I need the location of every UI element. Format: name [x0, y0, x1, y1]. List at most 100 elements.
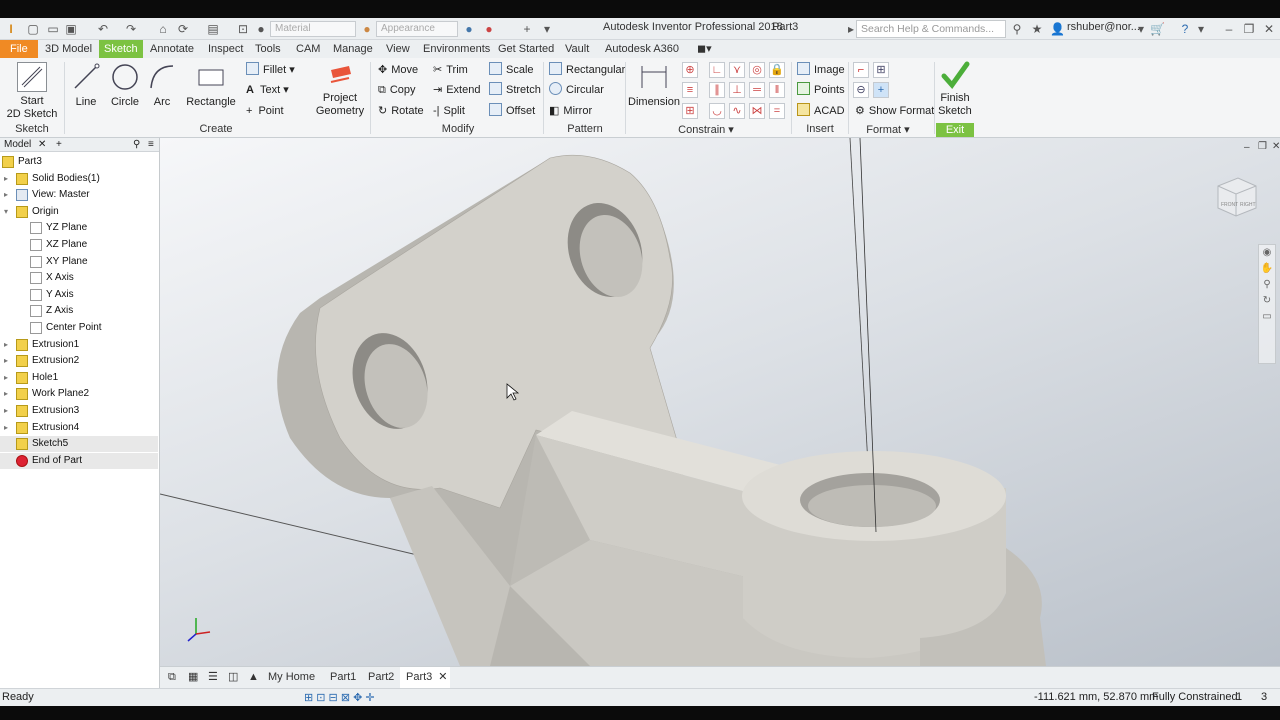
favorites-star-icon[interactable]: ★ — [1030, 22, 1044, 36]
insert-points-button[interactable]: Points — [797, 82, 845, 98]
zoom-icon[interactable]: ⚲ — [1259, 277, 1275, 293]
move-button[interactable]: ✥ Move — [378, 62, 418, 78]
close-icon[interactable]: ✕ — [1262, 22, 1276, 36]
vertical-constraint-icon[interactable]: ‖ — [769, 82, 785, 98]
qat-dropdown-icon[interactable]: ▾ — [540, 22, 554, 36]
inventor-logo-icon[interactable]: I — [4, 22, 18, 36]
restore-icon[interactable]: ❐ — [1242, 22, 1256, 36]
minimize-icon[interactable]: – — [1222, 22, 1236, 36]
add-browser-tab-icon[interactable]: + — [56, 138, 62, 152]
insert-image-button[interactable]: Image — [797, 62, 845, 78]
coincident-constraint-icon[interactable]: ∟ — [709, 62, 725, 78]
tile-rows-icon[interactable]: ☰ — [202, 667, 224, 688]
undo-icon[interactable]: ↶ — [96, 22, 110, 36]
tile-horizontal-icon[interactable]: ⧉ — [162, 667, 182, 688]
tree-item[interactable]: ▸ View: Master — [0, 187, 158, 203]
tree-item[interactable]: ▾ Origin — [0, 204, 158, 220]
open-icon[interactable]: ▭ — [46, 22, 60, 36]
doctab-my-home[interactable]: My Home — [262, 667, 321, 688]
collapse-icon[interactable]: ▾ — [4, 204, 8, 220]
tree-item[interactable]: XZ Plane — [0, 237, 158, 253]
tab-file[interactable]: File — [0, 40, 38, 58]
status-tools-icon[interactable]: ⊞ ⊡ ⊟ ⊠ ✥ ✛ — [304, 691, 375, 704]
tree-item[interactable]: ▸ Hole1 — [0, 370, 158, 386]
centerline-icon[interactable]: ⊞ — [873, 62, 889, 78]
rectangle-button[interactable]: Rectangle — [186, 62, 236, 109]
expand-icon[interactable]: ▸ — [4, 403, 8, 419]
tree-item[interactable]: XY Plane — [0, 254, 158, 270]
copy-button[interactable]: ⧉ Copy — [378, 82, 416, 98]
driven-dimension-icon[interactable]: + — [873, 82, 889, 98]
close-browser-icon[interactable]: ✕ — [38, 138, 46, 152]
tree-item[interactable]: ▸ Extrusion4 — [0, 420, 158, 436]
user-account[interactable]: rshuber@nor... — [1067, 21, 1140, 33]
tab-view[interactable]: View — [381, 40, 415, 58]
circle-button[interactable]: Circle — [108, 62, 142, 109]
parallel-constraint-icon[interactable]: ∥ — [709, 82, 725, 98]
tree-item[interactable]: ▸ Extrusion1 — [0, 337, 158, 353]
circular-pattern-button[interactable]: Circular — [549, 82, 604, 98]
expand-icon[interactable]: ▸ — [4, 420, 8, 436]
tree-item[interactable]: Sketch5 — [0, 436, 158, 453]
line-button[interactable]: Line — [70, 62, 102, 109]
cart-icon[interactable]: 🛒 — [1150, 22, 1165, 36]
expand-icon[interactable]: ▸ — [4, 353, 8, 369]
viewport-minimize-icon[interactable]: – — [1244, 142, 1250, 153]
text-button[interactable]: A Text ▾ — [246, 82, 289, 98]
update-icon[interactable]: ⟳ — [176, 22, 190, 36]
fillet-button[interactable]: Fillet ▾ — [246, 62, 295, 78]
appearance-combo[interactable]: Appearance — [376, 21, 458, 37]
tab-sketch[interactable]: Sketch — [99, 40, 143, 58]
tree-item[interactable]: Y Axis — [0, 287, 158, 303]
doctab-part1[interactable]: Part1 — [324, 667, 362, 688]
start-2d-sketch-button[interactable]: Start 2D Sketch — [4, 62, 60, 121]
look-at-icon[interactable]: ▭ — [1259, 309, 1275, 325]
expand-icon[interactable]: ▸ — [4, 171, 8, 187]
steering-wheel-icon[interactable]: ◉ — [1259, 245, 1275, 261]
save-icon[interactable]: ▣ — [64, 22, 78, 36]
select-icon[interactable]: ▤ — [206, 22, 220, 36]
pan-icon[interactable]: ✋ — [1259, 261, 1275, 277]
expand-icon[interactable]: ▸ — [4, 386, 8, 402]
material-combo[interactable]: Material — [270, 21, 356, 37]
help-dropdown-icon[interactable]: ▾ — [1194, 22, 1208, 36]
mirror-button[interactable]: ◧ Mirror — [549, 103, 592, 119]
measure-icon[interactable]: ⊡ — [236, 22, 250, 36]
tree-item[interactable]: ▸ Extrusion3 — [0, 403, 158, 419]
ribbon-toggle-icon[interactable]: ◼▾ — [692, 40, 717, 58]
arc-button[interactable]: Arc — [146, 62, 178, 109]
symmetric-constraint-icon[interactable]: ⋈ — [749, 103, 765, 119]
stretch-button[interactable]: Stretch — [489, 82, 541, 98]
offset-button[interactable]: Offset — [489, 103, 535, 119]
browser-tab-model[interactable]: Model — [4, 139, 31, 150]
help-icon[interactable]: ? — [1178, 22, 1192, 36]
browser-search-icon[interactable]: ⚲ — [133, 138, 140, 152]
horizontal-constraint-icon[interactable]: ═ — [749, 82, 765, 98]
tab-cam[interactable]: CAM — [291, 40, 325, 58]
tab-annotate[interactable]: Annotate — [145, 40, 199, 58]
tree-item[interactable]: ▸ Solid Bodies(1) — [0, 171, 158, 187]
tree-item[interactable]: Center Point — [0, 320, 158, 336]
expand-icon[interactable]: ▸ — [4, 187, 8, 203]
graphics-viewport[interactable]: FRONT RIGHT – ❐ ✕ ◉ ✋ ⚲ ↻ ▭ — [160, 138, 1280, 666]
center-point-icon[interactable]: ⊖ — [853, 82, 869, 98]
group-format-label[interactable]: Format ▾ — [860, 123, 916, 136]
relax-mode-icon[interactable]: ⊞ — [682, 103, 698, 119]
tab-tools[interactable]: Tools — [250, 40, 286, 58]
fix-constraint-icon[interactable]: 🔒 — [769, 62, 785, 78]
viewport-restore-icon[interactable]: ❐ — [1258, 141, 1267, 152]
doctab-part3[interactable]: Part3 ✕ — [400, 667, 450, 688]
doctab-part2[interactable]: Part2 — [362, 667, 400, 688]
equal-constraint-icon[interactable]: = — [769, 103, 785, 119]
show-constraints-icon[interactable]: ≡ — [682, 82, 698, 98]
scale-button[interactable]: Scale — [489, 62, 534, 78]
expand-icon[interactable]: ▸ — [4, 337, 8, 353]
tab-3d-model[interactable]: 3D Model — [40, 40, 97, 58]
home-icon[interactable]: ⌂ — [156, 22, 170, 36]
add-icon[interactable]: + — [520, 22, 534, 36]
concentric-constraint-icon[interactable]: ◎ — [749, 62, 765, 78]
construction-icon[interactable]: ⌐ — [853, 62, 869, 78]
tab-manage[interactable]: Manage — [328, 40, 378, 58]
user-dropdown-icon[interactable]: ▾ — [1134, 22, 1148, 36]
binoculars-icon[interactable]: ⚲ — [1010, 22, 1024, 36]
